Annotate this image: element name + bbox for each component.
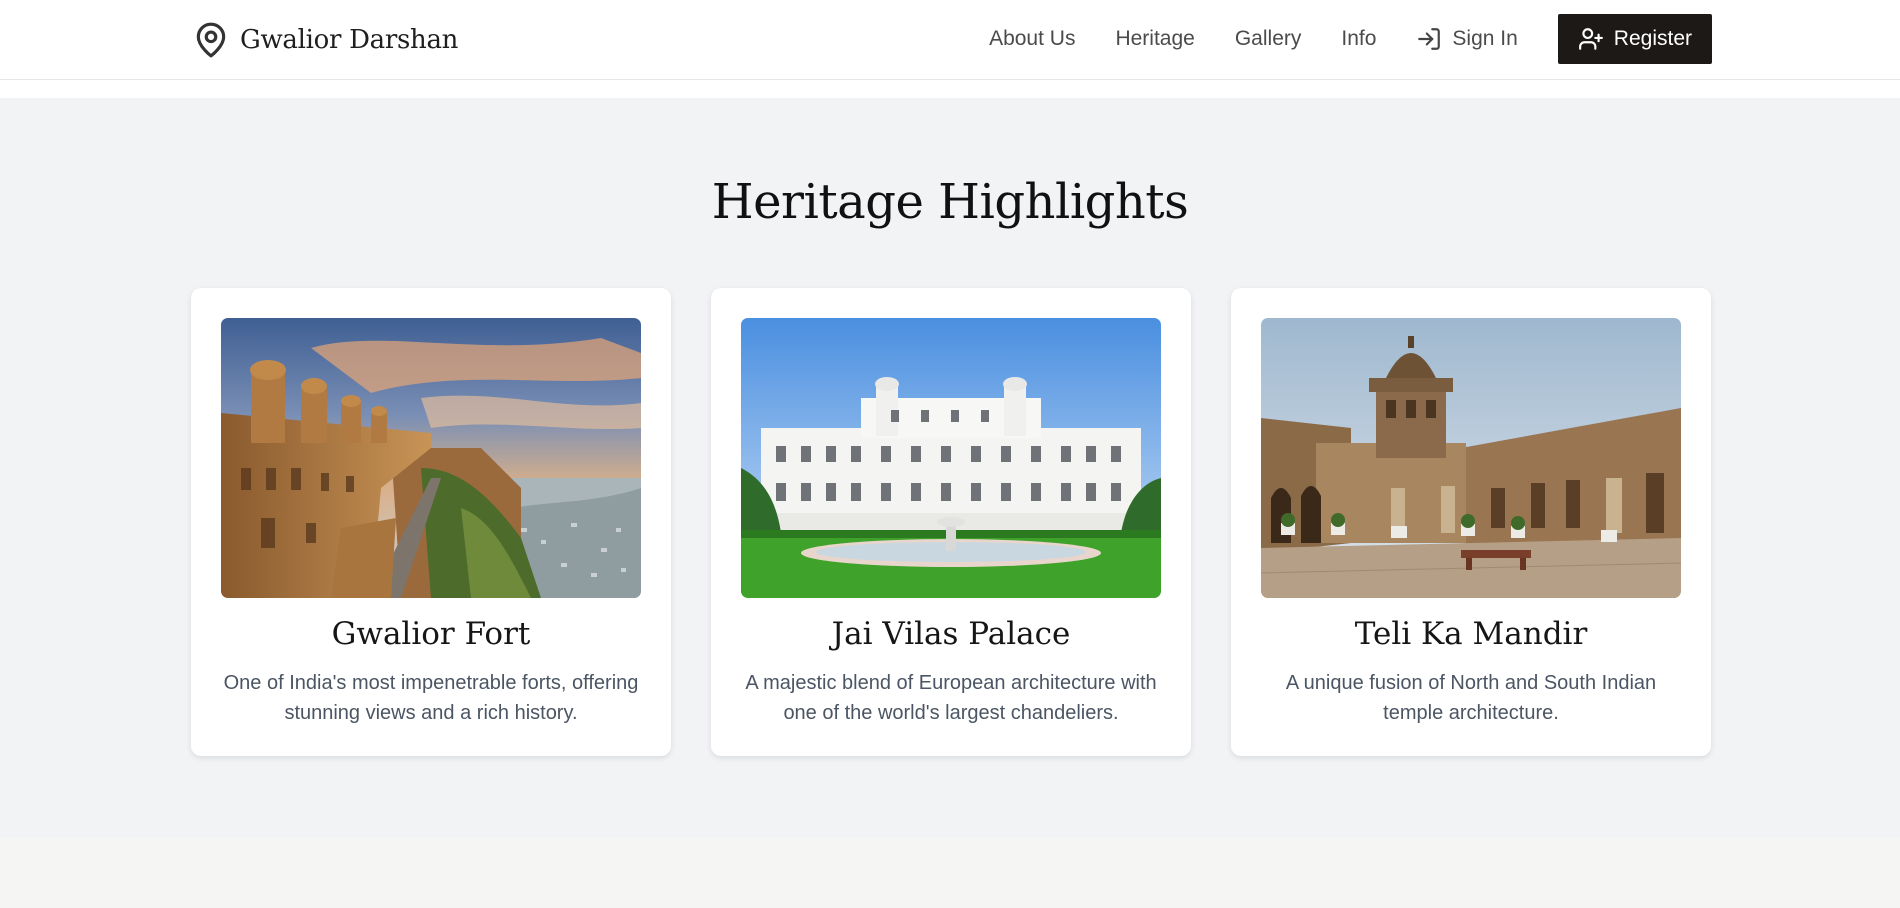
card-title: Gwalior Fort (331, 616, 531, 652)
site-header: Gwalior Darshan About Us Heritage Galler… (0, 0, 1900, 80)
register-button[interactable]: Register (1557, 14, 1712, 64)
sign-in-icon (1418, 28, 1441, 50)
nav-link-about-us[interactable]: About Us (989, 27, 1075, 51)
card-title: Teli Ka Mandir (1354, 616, 1588, 652)
nav-link-heritage[interactable]: Heritage (1115, 27, 1194, 51)
card-description: A unique fusion of North and South India… (1285, 672, 1657, 724)
gwalior-fort-photo (221, 318, 641, 598)
heritage-card-jai-vilas-palace[interactable]: Jai Vilas Palace A majestic blend of Eur… (711, 288, 1191, 756)
map-pin-icon (196, 22, 226, 58)
card-description: One of India's most impenetrable forts, … (223, 672, 639, 724)
card-description: A majestic blend of European architectur… (745, 672, 1157, 724)
sign-in-label: Sign In (1452, 27, 1518, 50)
jai-vilas-palace-photo (741, 318, 1161, 598)
next-section-edge (0, 838, 1900, 908)
sign-in-link[interactable]: Sign In (1416, 26, 1518, 52)
teli-ka-mandir-photo (1261, 318, 1681, 598)
user-plus-icon (1578, 28, 1603, 50)
nav-link-gallery[interactable]: Gallery (1235, 27, 1302, 51)
card-title: Jai Vilas Palace (831, 616, 1071, 652)
brand-name: Gwalior Darshan (240, 25, 459, 55)
header-spacer (0, 80, 1900, 98)
register-label: Register (1613, 27, 1692, 50)
heritage-card-gwalior-fort[interactable]: Gwalior Fort One of India's most impenet… (191, 288, 671, 756)
brand-logo-link[interactable]: Gwalior Darshan (192, 18, 458, 62)
main-nav: About Us Heritage Gallery Info Sign In R… (989, 14, 1712, 64)
section-title: Heritage Highlights (711, 174, 1189, 230)
heritage-section: Heritage Highlights Gwalior Fort One of … (0, 98, 1900, 838)
heritage-card-teli-ka-mandir[interactable]: Teli Ka Mandir A unique fusion of North … (1231, 288, 1711, 756)
nav-link-info[interactable]: Info (1341, 27, 1376, 51)
